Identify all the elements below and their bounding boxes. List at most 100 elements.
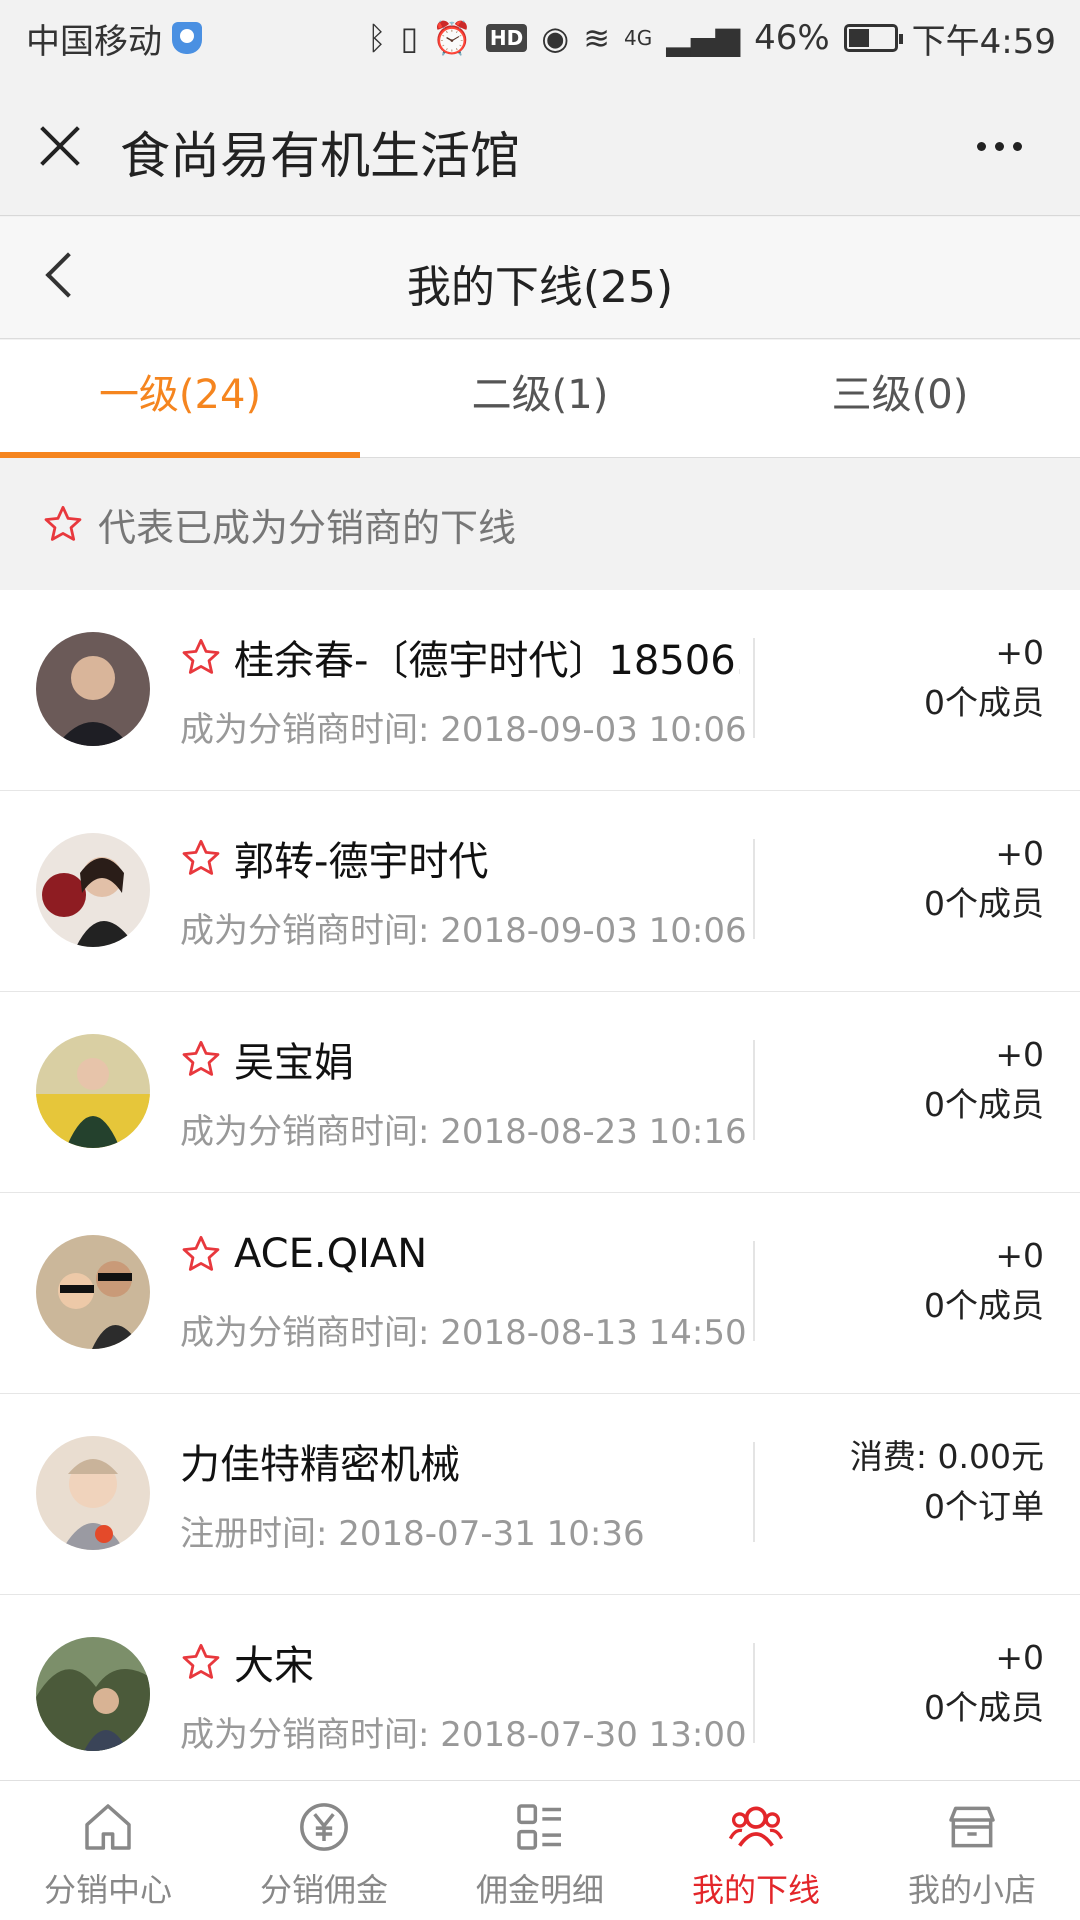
nav-label: 我的下线	[691, 1871, 820, 1909]
member-name: 大宋	[234, 1643, 314, 1689]
row-divider	[753, 1241, 755, 1341]
avatar	[36, 1235, 150, 1349]
member-row[interactable]: 桂余春-〔德宇时代〕18506... 成为分销商时间: 2018-09-03 1…	[0, 590, 1080, 791]
vibrate-icon: ▯	[400, 19, 419, 57]
nav-label: 佣金明细	[475, 1871, 604, 1909]
member-stats: +0 0个成员	[924, 829, 1044, 929]
avatar	[36, 1034, 150, 1148]
star-outline-icon	[182, 839, 220, 875]
member-stat-bottom: 0个订单	[924, 1487, 1044, 1526]
nav-commission-detail[interactable]: 佣金明细	[432, 1781, 648, 1920]
list-detail-icon	[517, 1804, 561, 1850]
member-row[interactable]: 吴宝娟 成为分销商时间: 2018-08-23 10:16 +0 0个成员	[0, 992, 1080, 1193]
browser-header: 食尚易有机生活馆	[0, 76, 1080, 216]
member-name: 郭转-德宇时代	[234, 839, 489, 885]
browser-title: 食尚易有机生活馆	[120, 127, 520, 185]
member-date: 成为分销商时间: 2018-08-23 10:16	[180, 1112, 747, 1152]
bottom-nav: 分销中心 分销佣金 佣金明细 我的下线 我的小店	[0, 1780, 1080, 1920]
home-icon	[85, 1804, 131, 1850]
battery-icon	[843, 24, 903, 52]
tab-level-1[interactable]: 一级(24)	[0, 340, 360, 458]
member-stat-bottom: 0个成员	[924, 683, 1044, 722]
member-row[interactable]: 力佳特精密机械 注册时间: 2018-07-31 10:36 消费: 0.00元…	[0, 1394, 1080, 1595]
row-divider	[753, 1643, 755, 1743]
member-row[interactable]: ACE.QIAN 成为分销商时间: 2018-08-13 14:50 +0 0个…	[0, 1193, 1080, 1394]
carrier-name: 中国移动	[26, 21, 162, 62]
clock-time: 下午4:59	[911, 21, 1056, 62]
avatar	[36, 632, 150, 746]
member-stat-bottom: 0个成员	[924, 1286, 1044, 1325]
nav-my-downline[interactable]: 我的下线	[648, 1781, 864, 1920]
member-date: 成为分销商时间: 2018-08-13 14:50	[180, 1313, 747, 1353]
yen-icon	[300, 1803, 348, 1851]
avatar	[36, 1436, 150, 1550]
star-outline-icon	[182, 638, 220, 674]
member-stat-top: 消费: 0.00元	[849, 1437, 1044, 1476]
status-right: ᛒ ▯ ⏰ HD ◉ ≋ 4G ▂▄▆ 46% 下午4:59	[367, 14, 1056, 63]
member-stats: +0 0个成员	[924, 1633, 1044, 1733]
page-header: 我的下线(25)	[0, 217, 1080, 339]
member-stats: +0 0个成员	[924, 1231, 1044, 1331]
star-outline-icon	[182, 1643, 220, 1679]
wifi-icon: ≋	[583, 19, 610, 57]
member-stat-top: +0	[995, 1236, 1044, 1275]
row-divider	[753, 638, 755, 738]
page-title: 我的下线(25)	[406, 262, 674, 313]
shop-icon	[949, 1806, 995, 1848]
avatar	[36, 833, 150, 947]
member-list: 桂余春-〔德宇时代〕18506... 成为分销商时间: 2018-09-03 1…	[0, 590, 1080, 1780]
tab-level-3[interactable]: 三级(0)	[720, 340, 1080, 457]
row-divider	[753, 839, 755, 939]
member-stat-top: +0	[995, 1638, 1044, 1677]
level-tabs: 一级(24) 二级(1) 三级(0)	[0, 340, 1080, 458]
nav-label: 我的小店	[907, 1871, 1036, 1909]
member-stats: 消费: 0.00元 0个订单	[850, 1432, 1044, 1532]
member-name: 桂余春-〔德宇时代〕18506...	[234, 638, 740, 684]
distributor-notice: 代表已成为分销商的下线	[0, 458, 1080, 590]
member-row[interactable]: 大宋 成为分销商时间: 2018-07-30 13:00 +0 0个成员	[0, 1595, 1080, 1780]
member-date: 注册时间: 2018-07-31 10:36	[180, 1514, 645, 1554]
member-stat-bottom: 0个成员	[924, 1085, 1044, 1124]
nav-commission[interactable]: 分销佣金	[216, 1781, 432, 1920]
member-stat-top: +0	[995, 1035, 1044, 1074]
more-options-icon[interactable]	[977, 142, 1022, 151]
star-outline-icon	[182, 1235, 220, 1271]
alarm-icon: ⏰	[432, 19, 472, 57]
member-stat-bottom: 0个成员	[924, 1688, 1044, 1727]
member-stats: +0 0个成员	[924, 1030, 1044, 1130]
eye-icon: ◉	[541, 19, 570, 57]
member-stat-top: +0	[995, 633, 1044, 672]
member-name: ACE.QIAN	[234, 1231, 428, 1277]
member-date: 成为分销商时间: 2018-09-03 10:06	[180, 911, 747, 951]
member-name-line: 郭转-德宇时代	[180, 829, 740, 887]
close-icon[interactable]	[38, 124, 82, 168]
network-type: 4G	[624, 25, 653, 50]
member-stats: +0 0个成员	[924, 628, 1044, 728]
member-stat-top: +0	[995, 834, 1044, 873]
nav-label: 分销佣金	[259, 1871, 388, 1909]
member-date: 成为分销商时间: 2018-09-03 10:06	[180, 710, 747, 750]
member-name: 力佳特精密机械	[180, 1442, 460, 1488]
member-name-line: 大宋	[180, 1633, 740, 1691]
member-stat-bottom: 0个成员	[924, 884, 1044, 923]
notice-text: 代表已成为分销商的下线	[98, 505, 517, 550]
member-date: 成为分销商时间: 2018-07-30 13:00	[180, 1715, 747, 1755]
nav-distribution-center[interactable]: 分销中心	[0, 1781, 216, 1920]
row-divider	[753, 1442, 755, 1542]
team-icon	[728, 1806, 784, 1847]
nav-my-shop[interactable]: 我的小店	[864, 1781, 1080, 1920]
member-name: 吴宝娟	[234, 1040, 354, 1086]
battery-percent: 46%	[754, 18, 830, 58]
star-outline-icon	[44, 505, 82, 541]
member-name-line: 桂余春-〔德宇时代〕18506...	[180, 628, 740, 686]
status-left: 中国移动	[26, 14, 202, 63]
hd-icon: HD	[485, 24, 528, 52]
member-name-line: ACE.QIAN	[180, 1231, 740, 1277]
tab-level-2[interactable]: 二级(1)	[360, 340, 720, 457]
bluetooth-icon: ᛒ	[367, 19, 387, 57]
signal-icon: ▂▄▆	[666, 19, 741, 57]
avatar	[36, 1637, 150, 1751]
nav-label: 分销中心	[43, 1871, 172, 1909]
row-divider	[753, 1040, 755, 1140]
member-row[interactable]: 郭转-德宇时代 成为分销商时间: 2018-09-03 10:06 +0 0个成…	[0, 791, 1080, 992]
